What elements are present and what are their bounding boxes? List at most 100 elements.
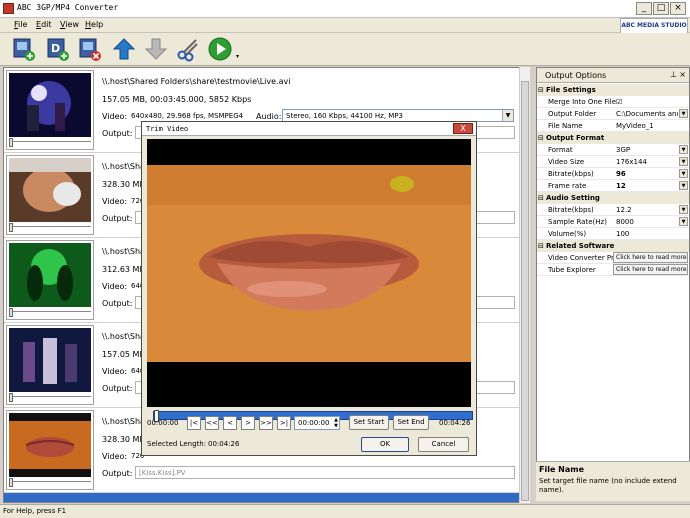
video-label: Video: [102,112,128,121]
thumbnail-slider-knob[interactable] [9,393,13,402]
collapse-icon: ⊟ [538,242,544,250]
option-row[interactable]: Format 3GP ▼ [537,144,689,156]
pin-icon[interactable]: ⊥ [670,70,677,79]
set-end-button[interactable]: Set End [393,415,429,430]
move-up-icon[interactable] [111,36,137,62]
thumbnail-frame [6,155,94,235]
section-audio-setting[interactable]: ⊟ Audio Setting [537,192,689,204]
chevron-down-icon[interactable]: ▼ [679,205,688,214]
convert-dropdown-icon[interactable]: ▾ [236,53,239,60]
chevron-down-icon[interactable]: ▼ [679,145,688,154]
section-output-format[interactable]: ⊟ Output Format [537,132,689,144]
video-label: Video: [102,282,128,291]
ok-button[interactable]: OK [361,437,409,452]
video-thumbnail [9,243,91,307]
add-video-icon[interactable] [11,36,37,62]
time-input[interactable]: 00:00:00 ▲ ▼ [294,416,340,430]
option-row[interactable]: File Name MyVideo_1 [537,120,689,132]
output-label: Output: [102,299,133,308]
selected-list-item[interactable] [4,493,519,502]
scrollbar-thumb[interactable] [521,81,529,501]
chevron-down-icon[interactable]: ▼ [502,110,513,121]
option-row[interactable]: Output Folder C:\Documents and ▼ [537,108,689,120]
option-row[interactable]: Merge Into One File ☑ [537,96,689,108]
first-frame-button[interactable]: |< [187,416,201,430]
option-row[interactable]: Bitrate(kbps) 12.2 ▼ [537,204,689,216]
option-row[interactable]: Volume(%) 100 [537,228,689,240]
chevron-down-icon[interactable]: ▼ [679,109,688,118]
option-row[interactable]: Bitrate(kbps) 96 ▼ [537,168,689,180]
remove-video-icon[interactable] [77,36,103,62]
option-row[interactable]: Video Converter Pro Click here to read mo… [537,252,689,264]
end-time: 00:04:26 [439,419,471,427]
app-icon [3,3,14,14]
video-preview [147,139,473,422]
thumbnail-frame [6,240,94,320]
step-back-button[interactable]: < [223,416,237,430]
thumbnail-slider-knob[interactable] [9,138,13,147]
chevron-down-icon[interactable]: ▼ [679,169,688,178]
add-dvd-icon[interactable]: D [45,36,71,62]
dialog-close-button[interactable]: X [453,123,473,134]
option-row[interactable]: Video Size 176x144 ▼ [537,156,689,168]
option-row[interactable]: Frame rate 12 ▼ [537,180,689,192]
video-frame [147,165,471,362]
output-label: Output: [102,214,133,223]
menu-view[interactable]: View [60,20,79,29]
thumbnail-slider[interactable] [9,226,91,230]
video-label: Video: [102,367,128,376]
output-label: Output: [102,129,133,138]
thumbnail-slider[interactable] [9,396,91,400]
selected-length-label: Selected Length: [147,440,207,448]
dialog-title: Trim Video [142,122,476,136]
maximize-button[interactable]: □ [653,2,669,15]
trim-video-dialog: Trim Video X 00:00:00 |< << < > >> >| 00… [141,121,477,456]
thumbnail-slider[interactable] [9,141,91,145]
video-thumbnail [9,413,91,477]
file-path: \\.host\Shared Folders\share\testmovie\L… [102,77,291,86]
start-time: 00:00:00 [147,419,179,427]
thumbnail-slider[interactable] [9,311,91,315]
thumbnail-frame [6,70,94,150]
chevron-down-icon[interactable]: ▼ [679,181,688,190]
thumbnail-slider-knob[interactable] [9,308,13,317]
video-info: 640x480, 29.968 fps, MSMPEG4 [131,112,244,120]
convert-play-icon[interactable] [207,36,233,62]
menu-bar: File Edit View Help [0,18,690,33]
section-related-software[interactable]: ⊟ Related Software [537,240,689,252]
step-forward-button[interactable]: > [241,416,255,430]
video-thumbnail [9,328,91,392]
menu-file[interactable]: File [14,20,27,29]
read-more-button[interactable]: Click here to read more [613,252,688,263]
brand-logo: ABC MEDIA STUDIO [620,18,688,34]
file-info: 157.05 MB, 00:03:45.000, 5852 Kbps [102,95,252,104]
chevron-down-icon[interactable]: ▼ [679,217,688,226]
output-options-panel: Output Options ⊥ × ⊟ File Settings Merge … [536,67,690,501]
close-button[interactable]: × [670,2,686,15]
trim-scissors-icon[interactable] [175,36,201,62]
video-thumbnail [9,73,91,137]
video-label: Video: [102,197,128,206]
toolbar: D ▾ [0,33,690,66]
file-list-scrollbar[interactable] [519,67,530,503]
chevron-down-icon[interactable]: ▼ [679,157,688,166]
menu-edit[interactable]: Edit [36,20,52,29]
set-start-button[interactable]: Set Start [349,415,389,430]
move-down-icon[interactable] [143,36,169,62]
section-file-settings[interactable]: ⊟ File Settings [537,84,689,96]
cancel-button[interactable]: Cancel [418,437,469,452]
menu-help[interactable]: Help [85,20,103,29]
close-icon[interactable]: × [679,70,686,79]
thumbnail-slider-knob[interactable] [9,478,13,487]
fast-forward-button[interactable]: >> [259,416,273,430]
thumbnail-slider-knob[interactable] [9,223,13,232]
option-row[interactable]: Tube Explorer Click here to read more [537,264,689,276]
minimize-button[interactable]: _ [636,2,652,15]
video-thumbnail [9,158,91,222]
last-frame-button[interactable]: >| [277,416,291,430]
thumbnail-slider[interactable] [9,481,91,485]
option-row[interactable]: Sample Rate(Hz) 8000 ▼ [537,216,689,228]
read-more-button[interactable]: Click here to read more [613,264,688,275]
rewind-button[interactable]: << [205,416,219,430]
output-name-field[interactable]: [Kiss.Kiss].PV [135,466,515,479]
